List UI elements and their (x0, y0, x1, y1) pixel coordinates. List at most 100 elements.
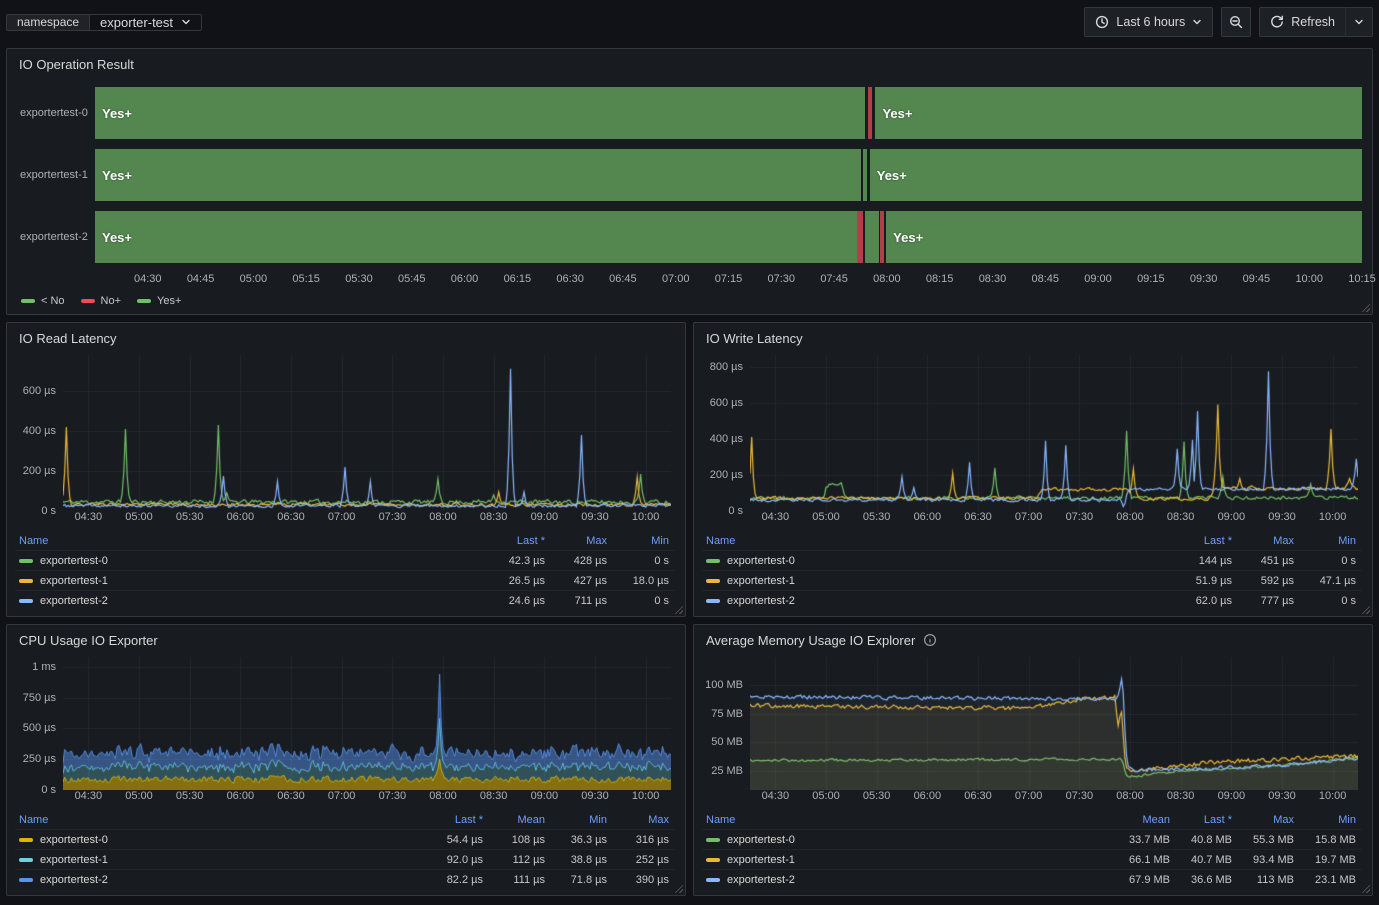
y-axis-tick: 50 MB (699, 736, 750, 748)
timeline-legend-item[interactable]: No+ (81, 295, 122, 307)
y-axis-tick: 600 µs (699, 397, 750, 409)
time-axis-tick: 08:00 (429, 511, 457, 523)
legend-column-header[interactable]: Name (19, 814, 421, 826)
variable-value-dropdown[interactable]: exporter-test (89, 14, 202, 31)
legend-column-header[interactable]: Last * (483, 535, 545, 547)
panel-title[interactable]: IO Read Latency (7, 323, 685, 353)
timeline-row: exportertest-2Yes+Yes+ (7, 211, 1362, 263)
legend-column-header[interactable]: Last * (1170, 535, 1232, 547)
legend-row: exportertest-192.0 µs112 µs38.8 µs252 µs (15, 849, 675, 869)
legend-series-name[interactable]: exportertest-0 (706, 834, 1108, 846)
legend-series-name[interactable]: exportertest-1 (19, 854, 421, 866)
legend-row: exportertest-126.5 µs427 µs18.0 µs (15, 570, 675, 590)
legend-series-name[interactable]: exportertest-2 (19, 874, 421, 886)
legend-column-header[interactable]: Max (1232, 535, 1294, 547)
legend-swatch (706, 838, 720, 842)
panel-title[interactable]: IO Write Latency (694, 323, 1372, 353)
legend-column-header[interactable]: Last * (1170, 814, 1232, 826)
chevron-down-icon (181, 17, 191, 27)
panel-title-text: CPU Usage IO Exporter (19, 633, 158, 648)
legend-column-header[interactable]: Max (545, 535, 607, 547)
y-axis-tick: 200 µs (699, 469, 750, 481)
legend-swatch (19, 599, 33, 603)
legend-series-name[interactable]: exportertest-2 (19, 595, 483, 607)
info-icon[interactable] (923, 633, 937, 647)
memory-usage-chart: 25 MB50 MB75 MB100 MB04:3005:0005:3006:0… (694, 655, 1372, 891)
legend-series-name[interactable]: exportertest-0 (706, 555, 1170, 567)
legend-column-header[interactable]: Mean (1108, 814, 1170, 826)
panel-title[interactable]: IO Operation Result (7, 49, 1372, 79)
legend-row: exportertest-282.2 µs111 µs71.8 µs390 µs (15, 869, 675, 889)
refresh-button[interactable]: Refresh (1259, 7, 1346, 37)
panel-memory-usage: Average Memory Usage IO Explorer 25 MB50… (693, 624, 1373, 896)
legend-value: 113 MB (1232, 874, 1294, 886)
refresh-icon (1270, 15, 1284, 29)
legend-column-header[interactable]: Min (1294, 535, 1356, 547)
legend-series-label: exportertest-1 (727, 575, 795, 587)
legend-column-header[interactable]: Name (706, 814, 1108, 826)
legend-column-header[interactable]: Min (1294, 814, 1356, 826)
legend-column-header[interactable]: Max (1232, 814, 1294, 826)
legend-column-header[interactable]: Min (607, 535, 669, 547)
timeline-row-bars: Yes+Yes+ (95, 211, 1362, 263)
state-segment-label: Yes+ (875, 87, 1362, 139)
legend-row: exportertest-166.1 MB40.7 MB93.4 MB19.7 … (702, 849, 1362, 869)
legend-table: NameMeanLast *MaxMinexportertest-033.7 M… (702, 810, 1362, 889)
state-segment-label: Yes+ (870, 149, 1362, 201)
time-axis-tick: 04:30 (75, 511, 103, 523)
legend-series-name[interactable]: exportertest-1 (706, 575, 1170, 587)
time-axis-tick: 07:15 (715, 273, 743, 285)
legend-series-name[interactable]: exportertest-1 (19, 575, 483, 587)
time-axis-tick: 10:00 (632, 790, 660, 802)
io_write-plot-canvas[interactable] (750, 355, 1358, 511)
legend-value: 451 µs (1232, 555, 1294, 567)
legend-column-header[interactable]: Max (607, 814, 669, 826)
legend-series-name[interactable]: exportertest-1 (706, 854, 1108, 866)
time-controls: Last 6 hours Refresh (1084, 7, 1373, 37)
time-axis-tick: 07:30 (768, 273, 796, 285)
state-timeline-plot[interactable]: exportertest-0Yes+Yes+exportertest-1Yes+… (7, 87, 1362, 263)
legend-series-name[interactable]: exportertest-2 (706, 874, 1108, 886)
legend-series-label: exportertest-2 (727, 874, 795, 886)
time-axis-tick: 09:15 (1137, 273, 1165, 285)
legend-series-name[interactable]: exportertest-0 (19, 834, 421, 846)
time-axis-tick: 10:00 (1295, 273, 1323, 285)
time-axis-tick: 07:30 (379, 511, 407, 523)
timeline-legend-item[interactable]: < No (21, 295, 65, 307)
legend-value: 40.7 MB (1170, 854, 1232, 866)
y-axis-tick: 250 µs (12, 753, 63, 765)
legend-series-label: exportertest-2 (727, 595, 795, 607)
panel-title[interactable]: CPU Usage IO Exporter (7, 625, 685, 655)
time-axis-tick: 04:30 (762, 790, 790, 802)
time-axis-tick: 10:00 (632, 511, 660, 523)
y-axis-tick: 75 MB (699, 708, 750, 720)
panel-title[interactable]: Average Memory Usage IO Explorer (694, 625, 1372, 655)
cpu-plot-canvas[interactable] (63, 657, 671, 790)
legend-column-header[interactable]: Name (706, 535, 1170, 547)
zoom-out-button[interactable] (1221, 7, 1251, 37)
time-axis-tick: 06:30 (277, 511, 305, 523)
time-axis-tick: 06:30 (964, 511, 992, 523)
legend-column-header[interactable]: Mean (483, 814, 545, 826)
legend-value: 38.8 µs (545, 854, 607, 866)
timeline-legend-item[interactable]: Yes+ (137, 295, 181, 307)
time-axis-tick: 09:00 (1218, 511, 1246, 523)
legend-column-header[interactable]: Min (545, 814, 607, 826)
legend-series-name[interactable]: exportertest-0 (19, 555, 483, 567)
legend-value: 47.1 µs (1294, 575, 1356, 587)
time-axis: 04:3005:0005:3006:0006:3007:0007:3008:00… (63, 790, 671, 807)
legend-column-header[interactable]: Last * (421, 814, 483, 826)
state-segment-yes: Yes+ (870, 149, 1362, 201)
io_read-plot-canvas[interactable] (63, 355, 671, 511)
memory-plot-canvas[interactable] (750, 657, 1358, 790)
time-axis-tick: 07:30 (1066, 790, 1094, 802)
refresh-interval-dropdown[interactable] (1346, 7, 1373, 37)
legend-series-name[interactable]: exportertest-2 (706, 595, 1170, 607)
time-axis-tick: 06:00 (914, 511, 942, 523)
time-range-picker[interactable]: Last 6 hours (1084, 7, 1213, 37)
refresh-split-button: Refresh (1259, 7, 1373, 37)
legend-column-header[interactable]: Name (19, 535, 483, 547)
time-axis-tick: 05:00 (240, 273, 268, 285)
dashboard-row: IO Read Latency 0 s200 µs400 µs600 µs04:… (6, 322, 1373, 617)
time-axis-tick: 07:45 (820, 273, 848, 285)
